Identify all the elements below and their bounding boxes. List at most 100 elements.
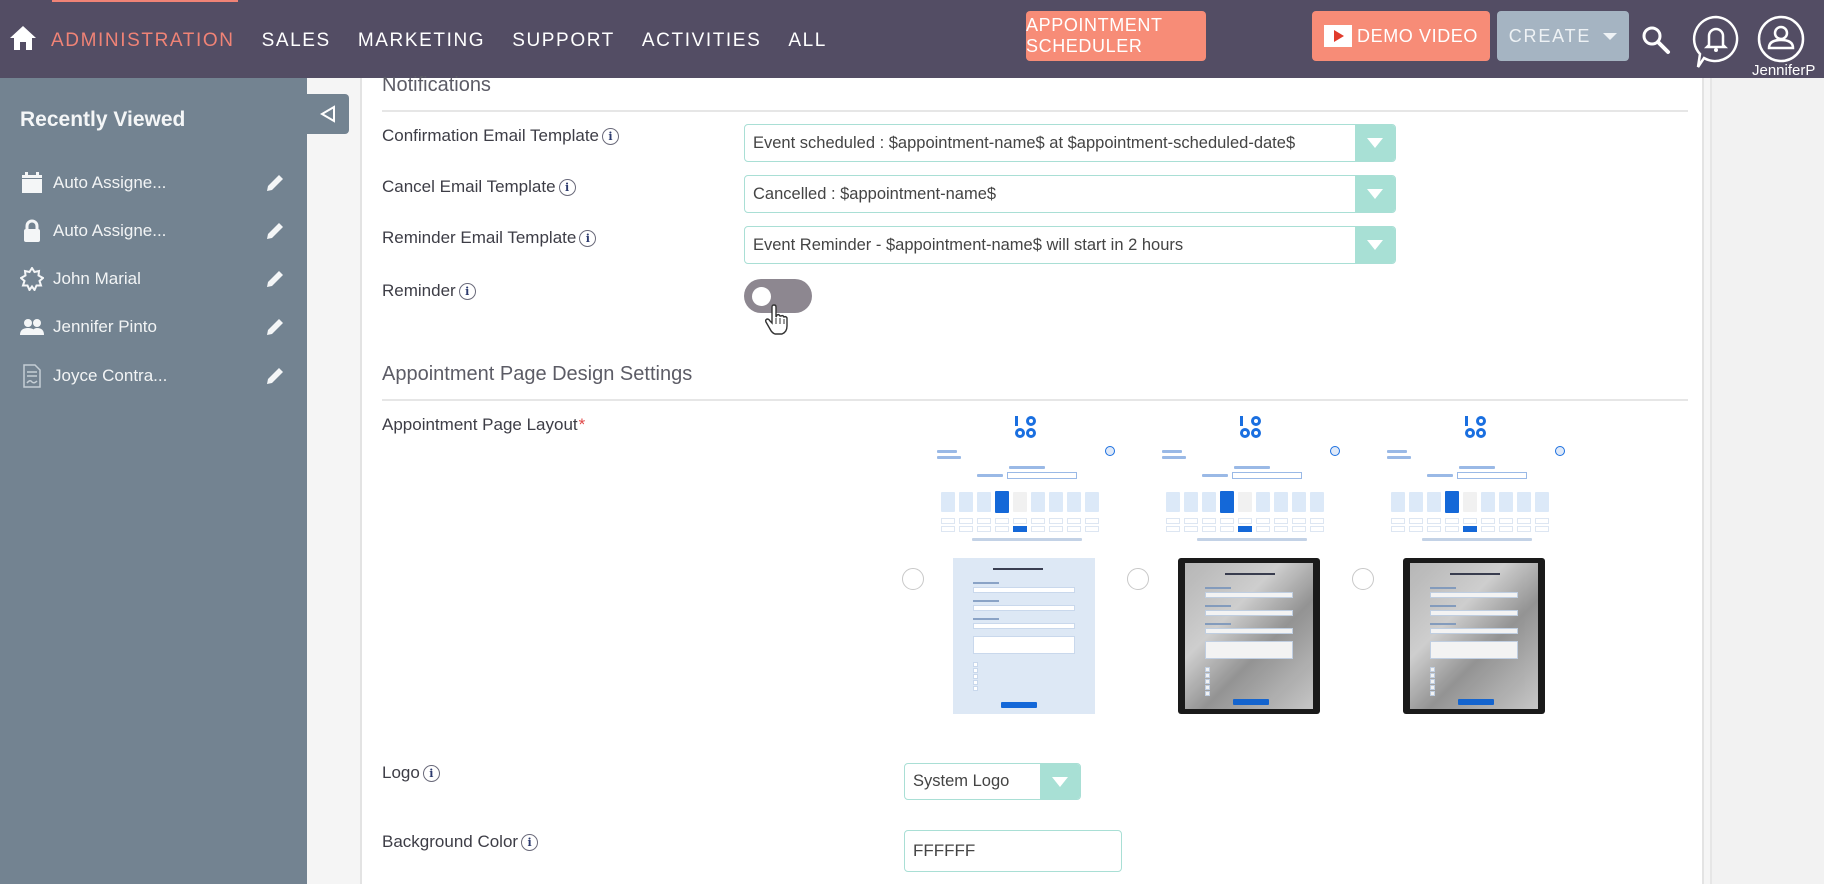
preview-slot xyxy=(941,518,955,524)
preview-day xyxy=(1256,492,1270,512)
nav-sales[interactable]: SALES xyxy=(262,30,331,52)
preview-slot xyxy=(1409,526,1423,532)
background-color-label: Background Color i xyxy=(382,832,539,852)
preview-day xyxy=(1274,492,1288,512)
preview-form-checkbox xyxy=(1205,667,1210,672)
appointment-scheduler-button[interactable]: APPOINTMENT SCHEDULER xyxy=(1026,11,1206,61)
preview-caption xyxy=(1422,538,1532,541)
preview-day xyxy=(1166,492,1180,512)
nav-marketing[interactable]: MARKETING xyxy=(358,30,485,52)
preview-slot xyxy=(941,526,955,532)
bell-icon[interactable] xyxy=(1690,14,1742,70)
preview-slot xyxy=(1463,518,1477,524)
info-icon[interactable]: i xyxy=(558,178,576,196)
design-settings-heading: Appointment Page Design Settings xyxy=(382,363,693,385)
preview-slot xyxy=(1292,518,1306,524)
preview-slot xyxy=(977,518,991,524)
active-indicator xyxy=(52,0,238,2)
nav-all[interactable]: ALL xyxy=(788,30,827,52)
search-icon[interactable] xyxy=(1640,24,1672,56)
preview-slot xyxy=(1166,526,1180,532)
layout-radio[interactable] xyxy=(1352,568,1374,590)
info-icon[interactable]: i xyxy=(579,229,597,247)
info-icon[interactable]: i xyxy=(521,833,539,851)
preview-form-field xyxy=(973,623,1075,629)
collapse-sidebar-button[interactable] xyxy=(307,94,349,134)
preview-slot xyxy=(1274,518,1288,524)
create-button[interactable]: CREATE xyxy=(1497,11,1629,61)
dropdown-arrow-icon[interactable] xyxy=(1355,176,1395,212)
preview-slot xyxy=(1535,526,1549,532)
preview-slot xyxy=(1391,526,1405,532)
recent-item-label: John Marial xyxy=(53,269,141,288)
info-icon[interactable]: i xyxy=(422,764,440,782)
recent-item[interactable]: Auto Assigne... xyxy=(20,168,290,198)
preview-form-checkbox xyxy=(1205,691,1210,696)
preview-slot xyxy=(1085,518,1099,524)
preview-day xyxy=(1238,492,1252,512)
preview-form-checkbox xyxy=(1430,679,1435,684)
pencil-icon[interactable] xyxy=(264,268,286,290)
reminder-template-select[interactable]: Event Reminder - $appointment-name$ will… xyxy=(744,226,1396,264)
home-icon[interactable] xyxy=(9,24,37,52)
preview-slot xyxy=(1481,518,1495,524)
logo-icon xyxy=(1240,416,1264,440)
recent-item-label: Auto Assigne... xyxy=(53,221,167,240)
preview-slot xyxy=(1499,526,1513,532)
preview-day xyxy=(977,492,991,512)
confirmation-template-label: Confirmation Email Template i xyxy=(382,126,619,146)
recent-item[interactable]: Joyce Contra... xyxy=(20,361,290,391)
preview-calendar xyxy=(1387,408,1567,541)
preview-slot xyxy=(1463,526,1477,532)
preview-form-checkbox xyxy=(1205,679,1210,684)
preview-form-textarea xyxy=(1430,641,1518,659)
preview-form-field xyxy=(1205,628,1293,634)
layout-preview-photo[interactable] xyxy=(1162,408,1342,718)
preview-day xyxy=(1067,492,1081,512)
demo-video-button[interactable]: DEMO VIDEO xyxy=(1312,11,1490,61)
preview-photo xyxy=(1185,563,1313,709)
info-icon[interactable]: i xyxy=(458,282,476,300)
layout-preview-light[interactable] xyxy=(937,408,1117,718)
preview-slot xyxy=(1445,526,1459,532)
contract-icon xyxy=(20,363,44,389)
preview-slot xyxy=(1184,526,1198,532)
layout-preview-photo-inline[interactable] xyxy=(1387,408,1567,718)
recent-item[interactable]: Jennifer Pinto xyxy=(20,312,290,342)
nav-support[interactable]: SUPPORT xyxy=(512,30,615,52)
pencil-icon[interactable] xyxy=(264,316,286,338)
recent-item[interactable]: John Marial xyxy=(20,264,290,294)
pencil-icon[interactable] xyxy=(264,220,286,242)
preview-slot xyxy=(1292,526,1306,532)
nav-administration[interactable]: ADMINISTRATION xyxy=(51,30,235,52)
preview-form-label xyxy=(973,600,999,602)
logo-select[interactable]: System Logo xyxy=(904,763,1081,800)
preview-form-checkbox xyxy=(973,674,978,679)
recent-item[interactable]: Auto Assigne... xyxy=(20,216,290,246)
cancel-template-select[interactable]: Cancelled : $appointment-name$ xyxy=(744,175,1396,213)
layout-radio[interactable] xyxy=(1127,568,1149,590)
nav-activities[interactable]: ACTIVITIES xyxy=(642,30,761,52)
preview-slot xyxy=(1220,518,1234,524)
pencil-icon[interactable] xyxy=(264,172,286,194)
username-label[interactable]: JenniferP xyxy=(1752,62,1824,79)
preview-form-field xyxy=(1205,610,1293,616)
user-icon[interactable] xyxy=(1756,14,1806,64)
pencil-icon[interactable] xyxy=(264,365,286,387)
dropdown-arrow-icon[interactable] xyxy=(1355,227,1395,263)
dropdown-arrow-icon[interactable] xyxy=(1355,125,1395,161)
dropdown-arrow-icon[interactable] xyxy=(1040,764,1080,799)
confirmation-template-select[interactable]: Event scheduled : $appointment-name$ at … xyxy=(744,124,1396,162)
preview-form-checkbox xyxy=(1430,673,1435,678)
preview-day xyxy=(1085,492,1099,512)
divider xyxy=(382,110,1688,112)
preview-form xyxy=(953,558,1095,714)
preview-slot xyxy=(1013,518,1027,524)
preview-slot xyxy=(1184,518,1198,524)
preview-form-label xyxy=(1430,605,1456,607)
preview-day xyxy=(959,492,973,512)
background-color-input[interactable]: FFFFFF xyxy=(904,830,1122,872)
preview-day xyxy=(1310,492,1324,512)
layout-radio[interactable] xyxy=(902,568,924,590)
info-icon[interactable]: i xyxy=(602,127,619,145)
